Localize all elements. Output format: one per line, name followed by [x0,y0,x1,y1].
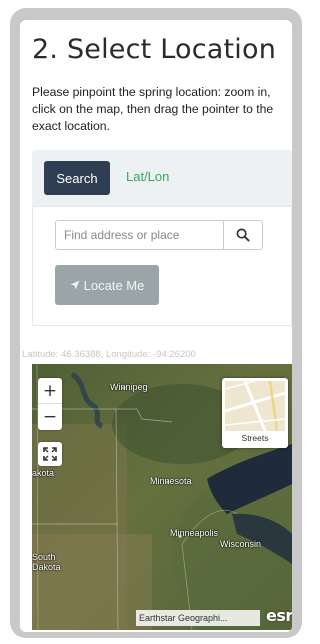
zoom-in-button[interactable]: + [38,378,62,404]
device-frame: 2. Select Location Please pinpoint the s… [10,8,302,638]
fullscreen-button[interactable] [38,442,62,466]
search-icon [236,228,250,242]
coordinates-readout: Latitude: 46.36388, Longitude: -94.26200 [22,349,196,360]
map-view[interactable]: + − Streets Winnipeg akota Minnesota Min… [32,364,292,630]
locate-me-label: Locate Me [83,277,145,293]
locate-me-button[interactable]: Locate Me [55,265,159,305]
instructions-text: Please pinpoint the spring location: zoo… [32,85,274,133]
zoom-control: + − [38,378,62,430]
search-button[interactable] [223,220,263,250]
map-label-winnipeg: Winnipeg [110,382,148,392]
map-label-minnesota: Minnesota [150,476,192,486]
search-input[interactable] [55,220,223,250]
search-body: Locate Me [32,206,292,326]
location-panel: 2. Select Location Please pinpoint the s… [20,20,292,632]
map-label-wisconsin: Wisconsin [220,539,262,549]
tab-bar: Search Lat/Lon [32,150,292,206]
map-attribution[interactable]: Earthstar Geographi... [136,610,260,626]
esri-logo: esri [266,606,292,625]
basemap-toggle[interactable]: Streets [222,378,288,448]
map-label-minneapolis: Minneapolis [170,528,219,538]
page-title: 2. Select Location [32,34,277,65]
streets-thumbnail [225,381,285,431]
map-label-north-dakota: akota [32,468,55,478]
map-label-south-dakota: South Dakota [32,552,61,572]
search-card: Search Lat/Lon Locate Me [32,150,292,326]
basemap-label: Streets [241,433,269,443]
tab-latlon[interactable]: Lat/Lon [126,169,169,184]
zoom-out-button[interactable]: − [38,404,62,430]
location-arrow-icon [70,280,80,290]
fullscreen-icon [43,447,57,461]
tab-search[interactable]: Search [44,161,110,195]
